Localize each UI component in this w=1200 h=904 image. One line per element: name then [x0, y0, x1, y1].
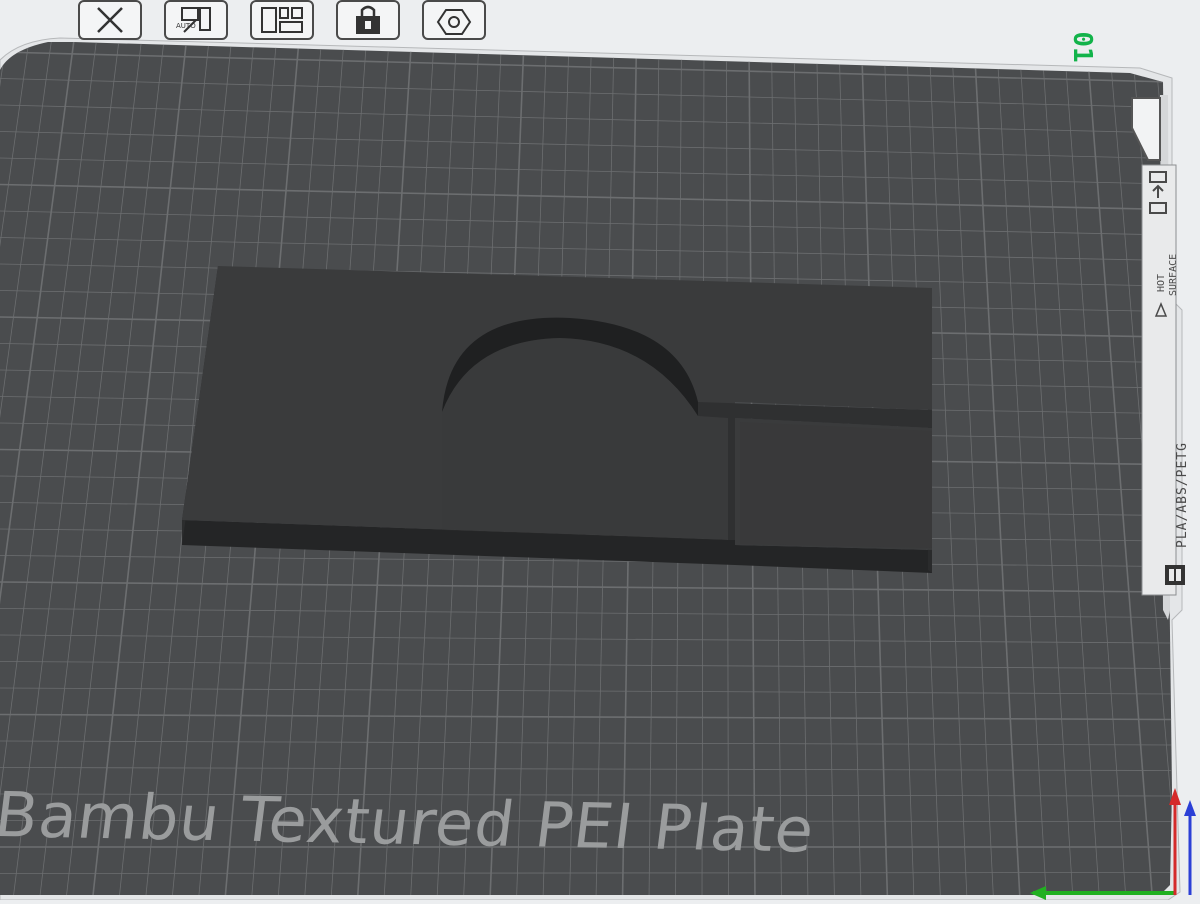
model-right-pocket	[740, 422, 932, 548]
hot-surface-label-1: HOT	[1156, 274, 1167, 292]
auto-arrange-button[interactable]	[164, 0, 228, 40]
lock-plate-button[interactable]	[336, 0, 400, 40]
hex-nut-icon	[424, 2, 484, 38]
plate-number[interactable]: 01	[1067, 27, 1097, 67]
3d-model[interactable]	[182, 266, 932, 573]
3d-viewport[interactable]: AUTO 01 Bambu Textured PEI Plate PLA/ABS…	[0, 0, 1200, 900]
auto-arrange-icon	[166, 2, 226, 38]
cross-icon	[80, 2, 140, 38]
bambu-logo-icon	[1165, 565, 1185, 585]
delete-all-button[interactable]	[78, 0, 142, 40]
plate-side-strip	[1142, 165, 1176, 595]
plate-settings-button[interactable]	[422, 0, 486, 40]
plate-type-label: Bambu Textured PEI Plate	[0, 778, 819, 867]
y-axis-arrow	[1184, 800, 1196, 816]
arrange-layout-button[interactable]	[250, 0, 314, 40]
layout-grid-icon	[252, 2, 312, 38]
plate-material-label: PLA/ABS/PETG	[1175, 442, 1190, 548]
lock-icon	[338, 2, 398, 38]
toolbar-auto-label: AUTO	[176, 22, 196, 30]
build-plate-scene[interactable]	[0, 0, 1200, 900]
hot-surface-label-2: SURFACE	[1168, 254, 1179, 296]
